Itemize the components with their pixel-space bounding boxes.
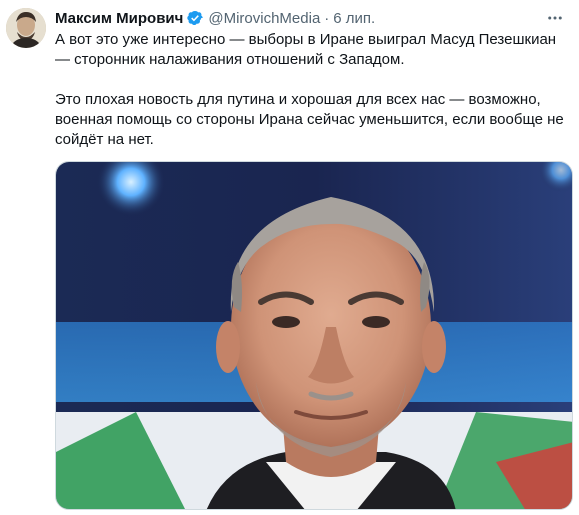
- author-name[interactable]: Максим Мирович: [55, 10, 183, 27]
- portrait-photo: [56, 162, 572, 509]
- more-options-icon[interactable]: [545, 8, 565, 28]
- tweet-card: Максим Мирович @MirovichMedia · 6 лип. А…: [0, 0, 579, 515]
- tweet-timestamp[interactable]: 6 лип.: [333, 10, 375, 27]
- verified-badge-icon: [187, 10, 204, 26]
- avatar-image: [6, 8, 46, 48]
- header-separator: ·: [324, 9, 330, 27]
- tweet-text: А вот это уже интересно — выборы в Иране…: [55, 30, 575, 150]
- avatar[interactable]: [6, 8, 46, 48]
- tweet-paragraph-1: А вот это уже интересно — выборы в Иране…: [55, 31, 557, 68]
- tweet-header: Максим Мирович @MirovichMedia · 6 лип.: [55, 8, 375, 28]
- tweet-photo[interactable]: [55, 161, 573, 510]
- author-handle[interactable]: @MirovichMedia: [208, 10, 320, 27]
- tweet-paragraph-2: Это плохая новость для путина и хорошая …: [55, 91, 564, 148]
